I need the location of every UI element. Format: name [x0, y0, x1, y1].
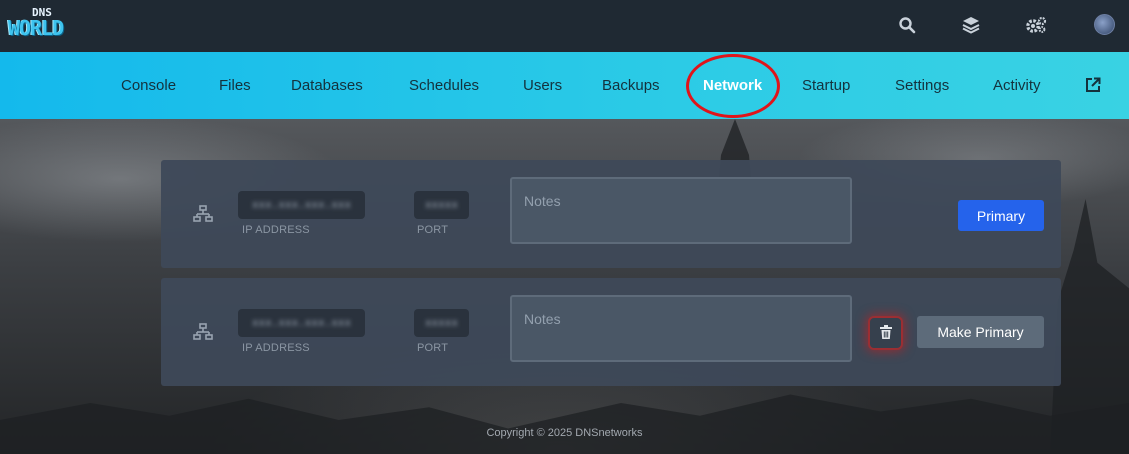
search-icon[interactable] [894, 12, 920, 38]
top-bar: DNS WORLD [0, 0, 1129, 52]
tab-console[interactable]: Console [121, 52, 176, 119]
delete-allocation-button[interactable] [870, 318, 901, 348]
port-label: PORT [417, 224, 449, 236]
allocation-card-secondary: xxx.xxx.xxx.xxx IP ADDRESS xxxxx PORT Ma… [161, 278, 1061, 386]
ip-address-value[interactable]: xxx.xxx.xxx.xxx [238, 191, 365, 219]
layers-icon[interactable] [958, 12, 984, 38]
tab-startup[interactable]: Startup [802, 52, 850, 119]
trash-icon [879, 324, 892, 342]
external-link-icon[interactable] [1085, 77, 1101, 93]
tab-schedules[interactable]: Schedules [409, 52, 479, 119]
port-text: xxxxx [424, 316, 459, 329]
notes-input[interactable] [510, 177, 852, 244]
port-label: PORT [417, 342, 449, 354]
ip-address-label: IP ADDRESS [242, 342, 310, 354]
dnsworld-logo[interactable]: DNS WORLD [8, 6, 90, 42]
port-value[interactable]: xxxxx [414, 191, 469, 219]
nav-bar: Console Files Databases Schedules Users … [0, 52, 1129, 119]
ip-address-text: xxx.xxx.xxx.xxx [251, 316, 352, 329]
allocation-card-primary: xxx.xxx.xxx.xxx IP ADDRESS xxxxx PORT Pr… [161, 160, 1061, 268]
primary-badge-button[interactable]: Primary [958, 200, 1044, 231]
port-value[interactable]: xxxxx [414, 309, 469, 337]
notes-input[interactable] [510, 295, 852, 362]
ip-address-text: xxx.xxx.xxx.xxx [251, 198, 352, 211]
network-icon [193, 205, 213, 223]
tab-files[interactable]: Files [219, 52, 251, 119]
tab-activity[interactable]: Activity [993, 52, 1041, 119]
tab-users[interactable]: Users [523, 52, 562, 119]
tab-databases[interactable]: Databases [291, 52, 363, 119]
make-primary-button[interactable]: Make Primary [917, 316, 1044, 348]
ip-address-value[interactable]: xxx.xxx.xxx.xxx [238, 309, 365, 337]
network-icon [193, 323, 213, 341]
avatar[interactable] [1094, 14, 1115, 35]
gears-icon[interactable] [1023, 12, 1049, 38]
port-text: xxxxx [424, 198, 459, 211]
tab-backups[interactable]: Backups [602, 52, 660, 119]
ip-address-label: IP ADDRESS [242, 224, 310, 236]
logo-world-text: WORLD [8, 16, 64, 40]
network-tab-highlight-circle [686, 54, 780, 118]
footer-copyright: Copyright © 2025 DNSnetworks [486, 427, 643, 439]
tab-settings[interactable]: Settings [895, 52, 949, 119]
